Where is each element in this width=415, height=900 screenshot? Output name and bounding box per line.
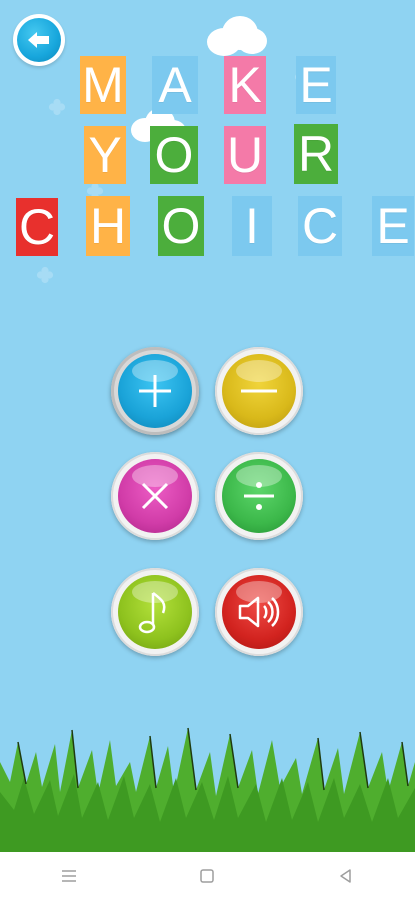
minus-icon xyxy=(241,389,277,393)
music-toggle-button[interactable] xyxy=(111,568,199,656)
back-triangle-icon xyxy=(340,869,351,883)
divide-button[interactable] xyxy=(215,452,303,540)
title-letter: E xyxy=(372,196,414,256)
title-letter: I xyxy=(232,196,272,256)
plus-icon xyxy=(139,375,171,407)
home-square-icon xyxy=(200,869,215,883)
title-letter: Y xyxy=(84,126,126,184)
multiply-icon xyxy=(141,482,169,510)
title-letter: A xyxy=(152,56,198,114)
title-letter: K xyxy=(224,56,266,114)
divide-icon xyxy=(244,482,274,510)
plus-button[interactable] xyxy=(111,347,199,435)
back-button[interactable] xyxy=(13,14,65,66)
multiply-button[interactable] xyxy=(111,452,199,540)
title-letter: M xyxy=(80,56,126,114)
title-letter: E xyxy=(296,56,336,114)
title-letter: H xyxy=(86,196,130,256)
music-note-icon xyxy=(138,591,166,634)
system-nav-bar xyxy=(0,852,415,900)
nav-back-button[interactable] xyxy=(326,856,366,896)
title-letter: O xyxy=(158,196,204,256)
grass-decoration xyxy=(0,727,415,852)
game-screen: M A K E Y O U R C H O I C E xyxy=(0,0,415,852)
speaker-icon xyxy=(238,596,280,628)
minus-button[interactable] xyxy=(215,347,303,435)
nav-menu-button[interactable] xyxy=(49,856,89,896)
title-letter: C xyxy=(16,198,58,256)
menu-icon xyxy=(62,870,77,882)
title-letter: U xyxy=(224,126,266,184)
back-arrow-icon xyxy=(28,32,49,48)
title-letter: C xyxy=(298,196,342,256)
title-letter: O xyxy=(150,126,198,184)
sound-toggle-button[interactable] xyxy=(215,568,303,656)
nav-home-button[interactable] xyxy=(187,856,227,896)
title-letter: R xyxy=(294,124,338,184)
